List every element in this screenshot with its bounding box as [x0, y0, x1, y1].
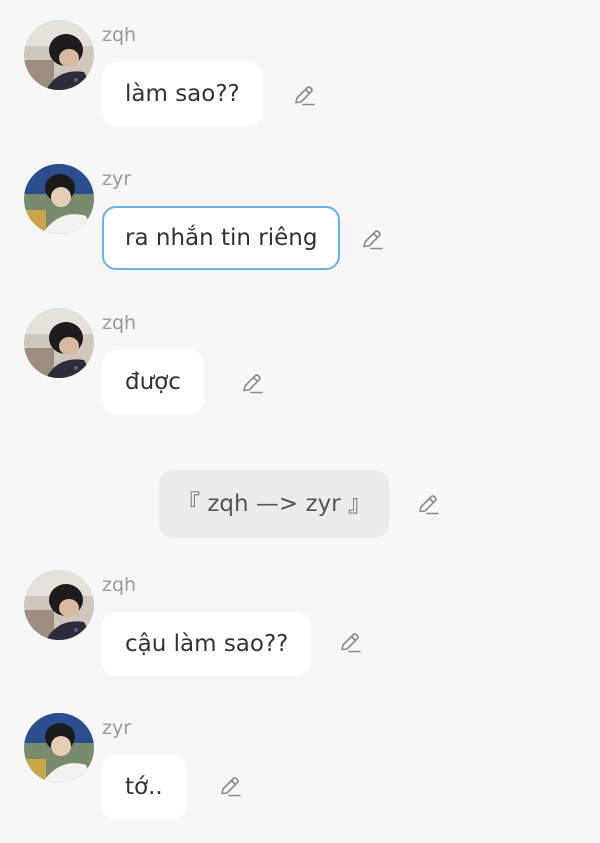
pencil-edit-icon[interactable] [360, 227, 384, 251]
sender-name: zqh [102, 574, 137, 596]
message-row: zyr tớ.. [0, 713, 600, 823]
sender-name: zyr [102, 717, 132, 739]
pencil-edit-icon[interactable] [240, 371, 264, 395]
chat-view: zqh làm sao?? zyr ra nhắn tin riêng zqh … [0, 0, 600, 843]
sender-name: zqh [102, 312, 137, 334]
pencil-edit-icon[interactable] [416, 492, 440, 516]
message-bubble[interactable]: làm sao?? [102, 62, 263, 126]
message-bubble[interactable]: tớ.. [102, 755, 186, 819]
pencil-edit-icon[interactable] [338, 630, 362, 654]
message-bubble[interactable]: cậu làm sao?? [102, 612, 312, 676]
message-row: zqh được [0, 308, 600, 418]
avatar[interactable] [24, 20, 94, 90]
message-bubble-selected[interactable]: ra nhắn tin riêng [102, 206, 341, 270]
sender-name: zyr [102, 168, 132, 190]
avatar[interactable] [24, 570, 94, 640]
avatar[interactable] [24, 308, 94, 378]
avatar[interactable] [24, 164, 94, 234]
sender-name: zqh [102, 24, 137, 46]
avatar[interactable] [24, 713, 94, 783]
message-row: zqh cậu làm sao?? [0, 570, 600, 680]
pencil-edit-icon[interactable] [218, 774, 242, 798]
system-notice[interactable]: 『 zqh —> zyr 』 [159, 470, 389, 538]
message-row: zqh làm sao?? [0, 20, 600, 130]
message-row: zyr ra nhắn tin riêng [0, 164, 600, 274]
message-bubble[interactable]: được [102, 350, 204, 414]
pencil-edit-icon[interactable] [292, 83, 316, 107]
